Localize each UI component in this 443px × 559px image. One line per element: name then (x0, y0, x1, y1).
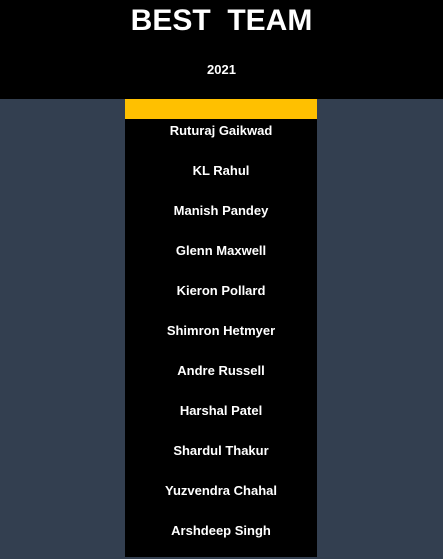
player-name: Harshal Patel (179, 403, 263, 418)
team-list-panel: Ruturaj Gaikwad KL Rahul Manish Pandey G… (125, 99, 317, 557)
player-row: Andre Russell (125, 359, 317, 399)
accent-bar (125, 99, 317, 119)
player-name: Shardul Thakur (173, 443, 269, 458)
player-name: Kieron Pollard (176, 283, 266, 298)
header-banner: BEST TEAM 2021 (0, 0, 443, 99)
player-row: Shimron Hetmyer (125, 319, 317, 359)
player-name: Arshdeep Singh (171, 523, 271, 538)
player-row: KL Rahul (125, 159, 317, 199)
player-row: Ruturaj Gaikwad (125, 119, 317, 159)
player-name: KL Rahul (192, 163, 250, 178)
player-row: Yuzvendra Chahal (125, 479, 317, 519)
player-row: Arshdeep Singh (125, 519, 317, 559)
year-label: 2021 (207, 62, 236, 77)
player-row: Glenn Maxwell (125, 239, 317, 279)
player-name: Glenn Maxwell (175, 243, 267, 258)
player-row: Kieron Pollard (125, 279, 317, 319)
player-row: Shardul Thakur (125, 439, 317, 479)
player-name: Yuzvendra Chahal (165, 483, 277, 498)
player-row: Manish Pandey (125, 199, 317, 239)
player-list: Ruturaj Gaikwad KL Rahul Manish Pandey G… (125, 119, 317, 559)
player-row: Harshal Patel (125, 399, 317, 439)
player-name: Manish Pandey (173, 203, 269, 218)
player-name: Shimron Hetmyer (166, 323, 276, 338)
player-name: Andre Russell (177, 363, 265, 378)
page-title: BEST TEAM (130, 4, 313, 37)
player-name: Ruturaj Gaikwad (169, 123, 273, 138)
